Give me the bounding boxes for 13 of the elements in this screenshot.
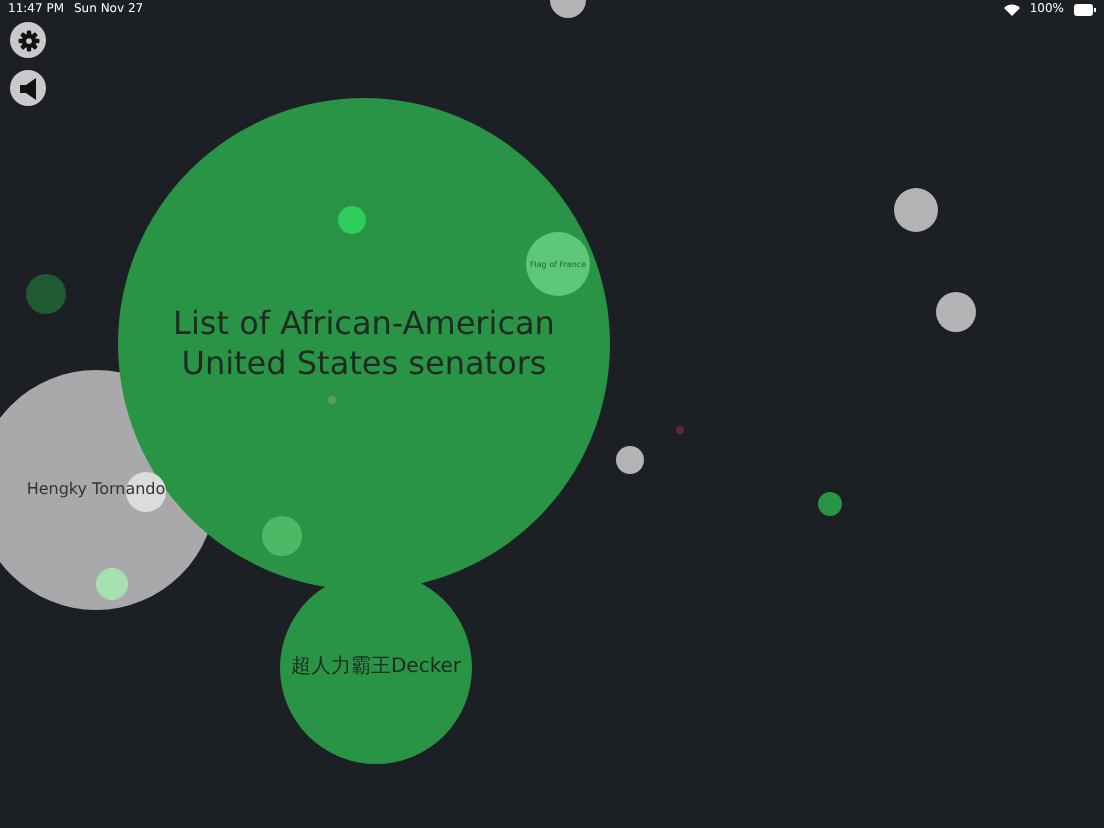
bubble-label: List of African-American United States senators xyxy=(171,304,557,384)
wifi-icon xyxy=(1003,3,1020,15)
battery-icon xyxy=(1074,3,1096,15)
gear-icon xyxy=(17,29,39,51)
bubble[interactable] xyxy=(894,188,938,232)
bubble[interactable] xyxy=(550,0,586,18)
bubble[interactable] xyxy=(616,446,644,474)
bubble-label: Hengky Tornando xyxy=(24,480,168,500)
sound-button[interactable] xyxy=(10,70,46,106)
bubble-label: 超人力霸王Decker xyxy=(288,655,464,681)
settings-button[interactable] xyxy=(10,22,46,58)
bubble[interactable] xyxy=(936,292,976,332)
speaker-icon xyxy=(19,77,37,99)
